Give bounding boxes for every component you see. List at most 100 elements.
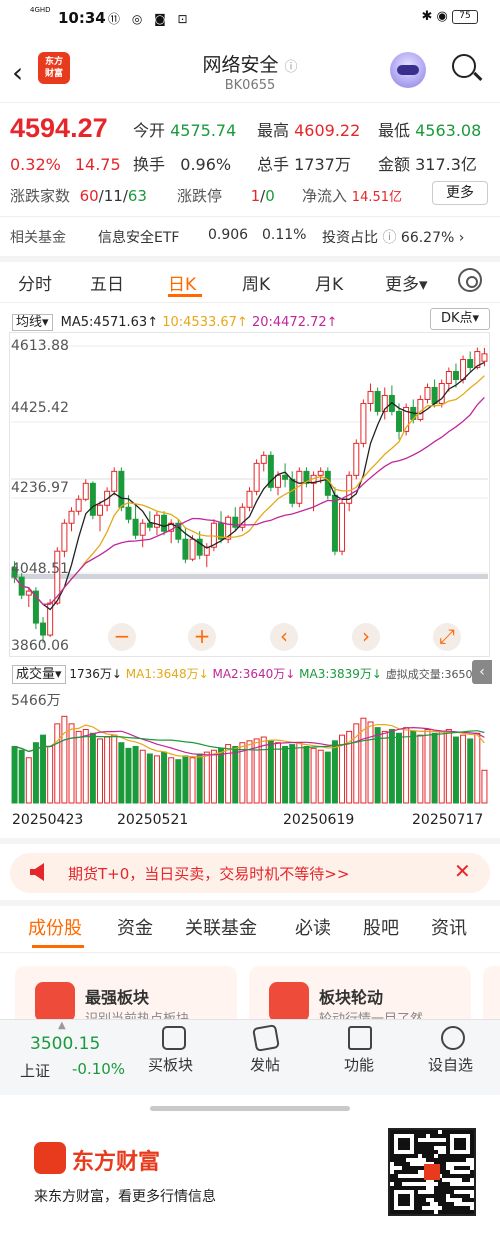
- eastmoney-logo-icon: [34, 1142, 66, 1174]
- volume-bar: [175, 759, 182, 804]
- card-title: 板块轮动: [319, 988, 384, 1007]
- card-strongest-sector[interactable]: 最强板块 识别当前热点板块: [15, 966, 237, 1027]
- y-tick-label: 4425.42: [11, 400, 69, 416]
- volume-bar: [282, 745, 289, 804]
- volume-bar: [40, 734, 47, 804]
- volume-bar: [310, 747, 317, 804]
- candle-up: [460, 359, 467, 380]
- candle-down: [40, 622, 47, 636]
- card-title: 最强板块: [85, 988, 150, 1007]
- futures-promo-banner[interactable]: 期货T+0，当日买卖，交易时机不等待>> ✕: [10, 853, 490, 893]
- fullscreen-button[interactable]: ⤢: [433, 623, 461, 651]
- tab-funds-flow[interactable]: 资金: [117, 914, 153, 940]
- volume-bar: [196, 753, 203, 804]
- candle-up: [367, 390, 374, 404]
- divider: [0, 952, 500, 953]
- candle-up: [25, 590, 32, 596]
- candle-down: [118, 470, 125, 508]
- tab-news[interactable]: 资讯: [431, 914, 467, 940]
- volume-bar: [303, 745, 310, 804]
- y-tick-label: 4613.88: [11, 338, 69, 354]
- tab2-active-indicator: [32, 945, 84, 948]
- rotation-icon: [269, 982, 309, 1022]
- volume-bar: [168, 757, 175, 804]
- cost-band: [11, 574, 488, 579]
- functions-grid-icon[interactable]: [348, 1026, 372, 1050]
- edit-post-icon[interactable]: [252, 1024, 280, 1052]
- section-gap: [0, 900, 500, 906]
- volume-bar: [267, 740, 274, 804]
- section-gap: [0, 838, 500, 844]
- zoom-in-button[interactable]: +: [188, 623, 216, 651]
- volume-bar: [125, 747, 132, 804]
- volume-bar: [11, 745, 18, 804]
- scroll-right-button[interactable]: ›: [352, 623, 380, 651]
- volume-bar: [274, 742, 281, 804]
- volume-bar: [438, 730, 445, 804]
- volume-bar: [97, 738, 103, 804]
- volume-bar: [54, 723, 61, 804]
- add-watchlist-button[interactable]: 设自选: [428, 1054, 473, 1075]
- volume-bar: [388, 729, 395, 804]
- candle-up: [445, 371, 452, 384]
- volume-bar: [260, 736, 267, 804]
- zoom-out-button[interactable]: −: [108, 623, 136, 651]
- volume-bar: [203, 751, 210, 804]
- index-value[interactable]: 3500.15: [30, 1034, 100, 1054]
- candle-down: [132, 518, 139, 536]
- candle-up: [153, 514, 160, 528]
- close-icon[interactable]: ✕: [454, 859, 471, 883]
- candle-down: [396, 410, 402, 432]
- candle-up: [317, 470, 324, 476]
- volume-bar: [132, 745, 139, 804]
- volume-bar: [68, 723, 75, 804]
- volume-bar: [61, 715, 68, 804]
- tab-constituents[interactable]: 成份股: [28, 914, 82, 940]
- candle-down: [331, 494, 338, 552]
- volume-bar: [317, 749, 324, 804]
- volume-bar: [75, 730, 82, 804]
- tab-must-read[interactable]: 必读: [295, 914, 331, 940]
- candle-down: [452, 371, 459, 380]
- candle-down: [182, 538, 189, 560]
- candle-down: [467, 359, 474, 369]
- volume-bar: [460, 734, 467, 804]
- volume-bar: [474, 732, 481, 804]
- volume-bar: [445, 729, 452, 804]
- volume-bar: [381, 730, 388, 804]
- index-name[interactable]: 上证: [20, 1060, 50, 1081]
- volume-bar: [218, 747, 225, 804]
- candle-down: [232, 516, 239, 528]
- candle-up: [360, 402, 367, 444]
- volume-max-label: 5466万: [11, 693, 61, 709]
- volume-bar: [161, 751, 168, 804]
- card-sector-rotation[interactable]: 板块轮动 轮动行情一目了然: [249, 966, 471, 1027]
- buy-sector-button[interactable]: 买板块: [148, 1054, 193, 1075]
- scroll-left-button[interactable]: ‹: [270, 623, 298, 651]
- x-tick-label: 20250521: [117, 812, 189, 828]
- footer-text: 来东方财富，看更多行情信息: [34, 1189, 216, 1205]
- more-dots-icon[interactable]: [441, 1026, 465, 1050]
- card-partial[interactable]: [483, 966, 500, 1026]
- drag-handle[interactable]: [150, 1106, 350, 1111]
- buy-sector-icon[interactable]: [162, 1026, 186, 1050]
- candle-up: [424, 386, 431, 400]
- chevron-up-icon[interactable]: ▲: [58, 1020, 66, 1031]
- volume-selector[interactable]: 成交量▾: [12, 665, 66, 684]
- index-pct[interactable]: -0.10%: [72, 1060, 125, 1078]
- volume-bar: [89, 732, 96, 804]
- candle-down: [161, 514, 168, 532]
- volume-bar: [417, 734, 424, 804]
- tab-related-funds[interactable]: 关联基金: [185, 914, 257, 940]
- volume-legend: 成交量▾ 1736万↓ MA1:3648万↓ MA2:3640万↓ MA3:38…: [12, 663, 484, 684]
- megaphone-icon: [30, 863, 44, 881]
- post-button[interactable]: 发帖: [250, 1054, 280, 1075]
- volume-bar: [139, 749, 146, 804]
- collapse-panel-icon[interactable]: ‹: [472, 660, 492, 684]
- tab-forum[interactable]: 股吧: [363, 914, 399, 940]
- candle-down: [431, 386, 438, 404]
- candle-up: [75, 498, 82, 512]
- volume-bar: [324, 751, 331, 804]
- candle-up: [274, 474, 281, 488]
- functions-button[interactable]: 功能: [344, 1054, 374, 1075]
